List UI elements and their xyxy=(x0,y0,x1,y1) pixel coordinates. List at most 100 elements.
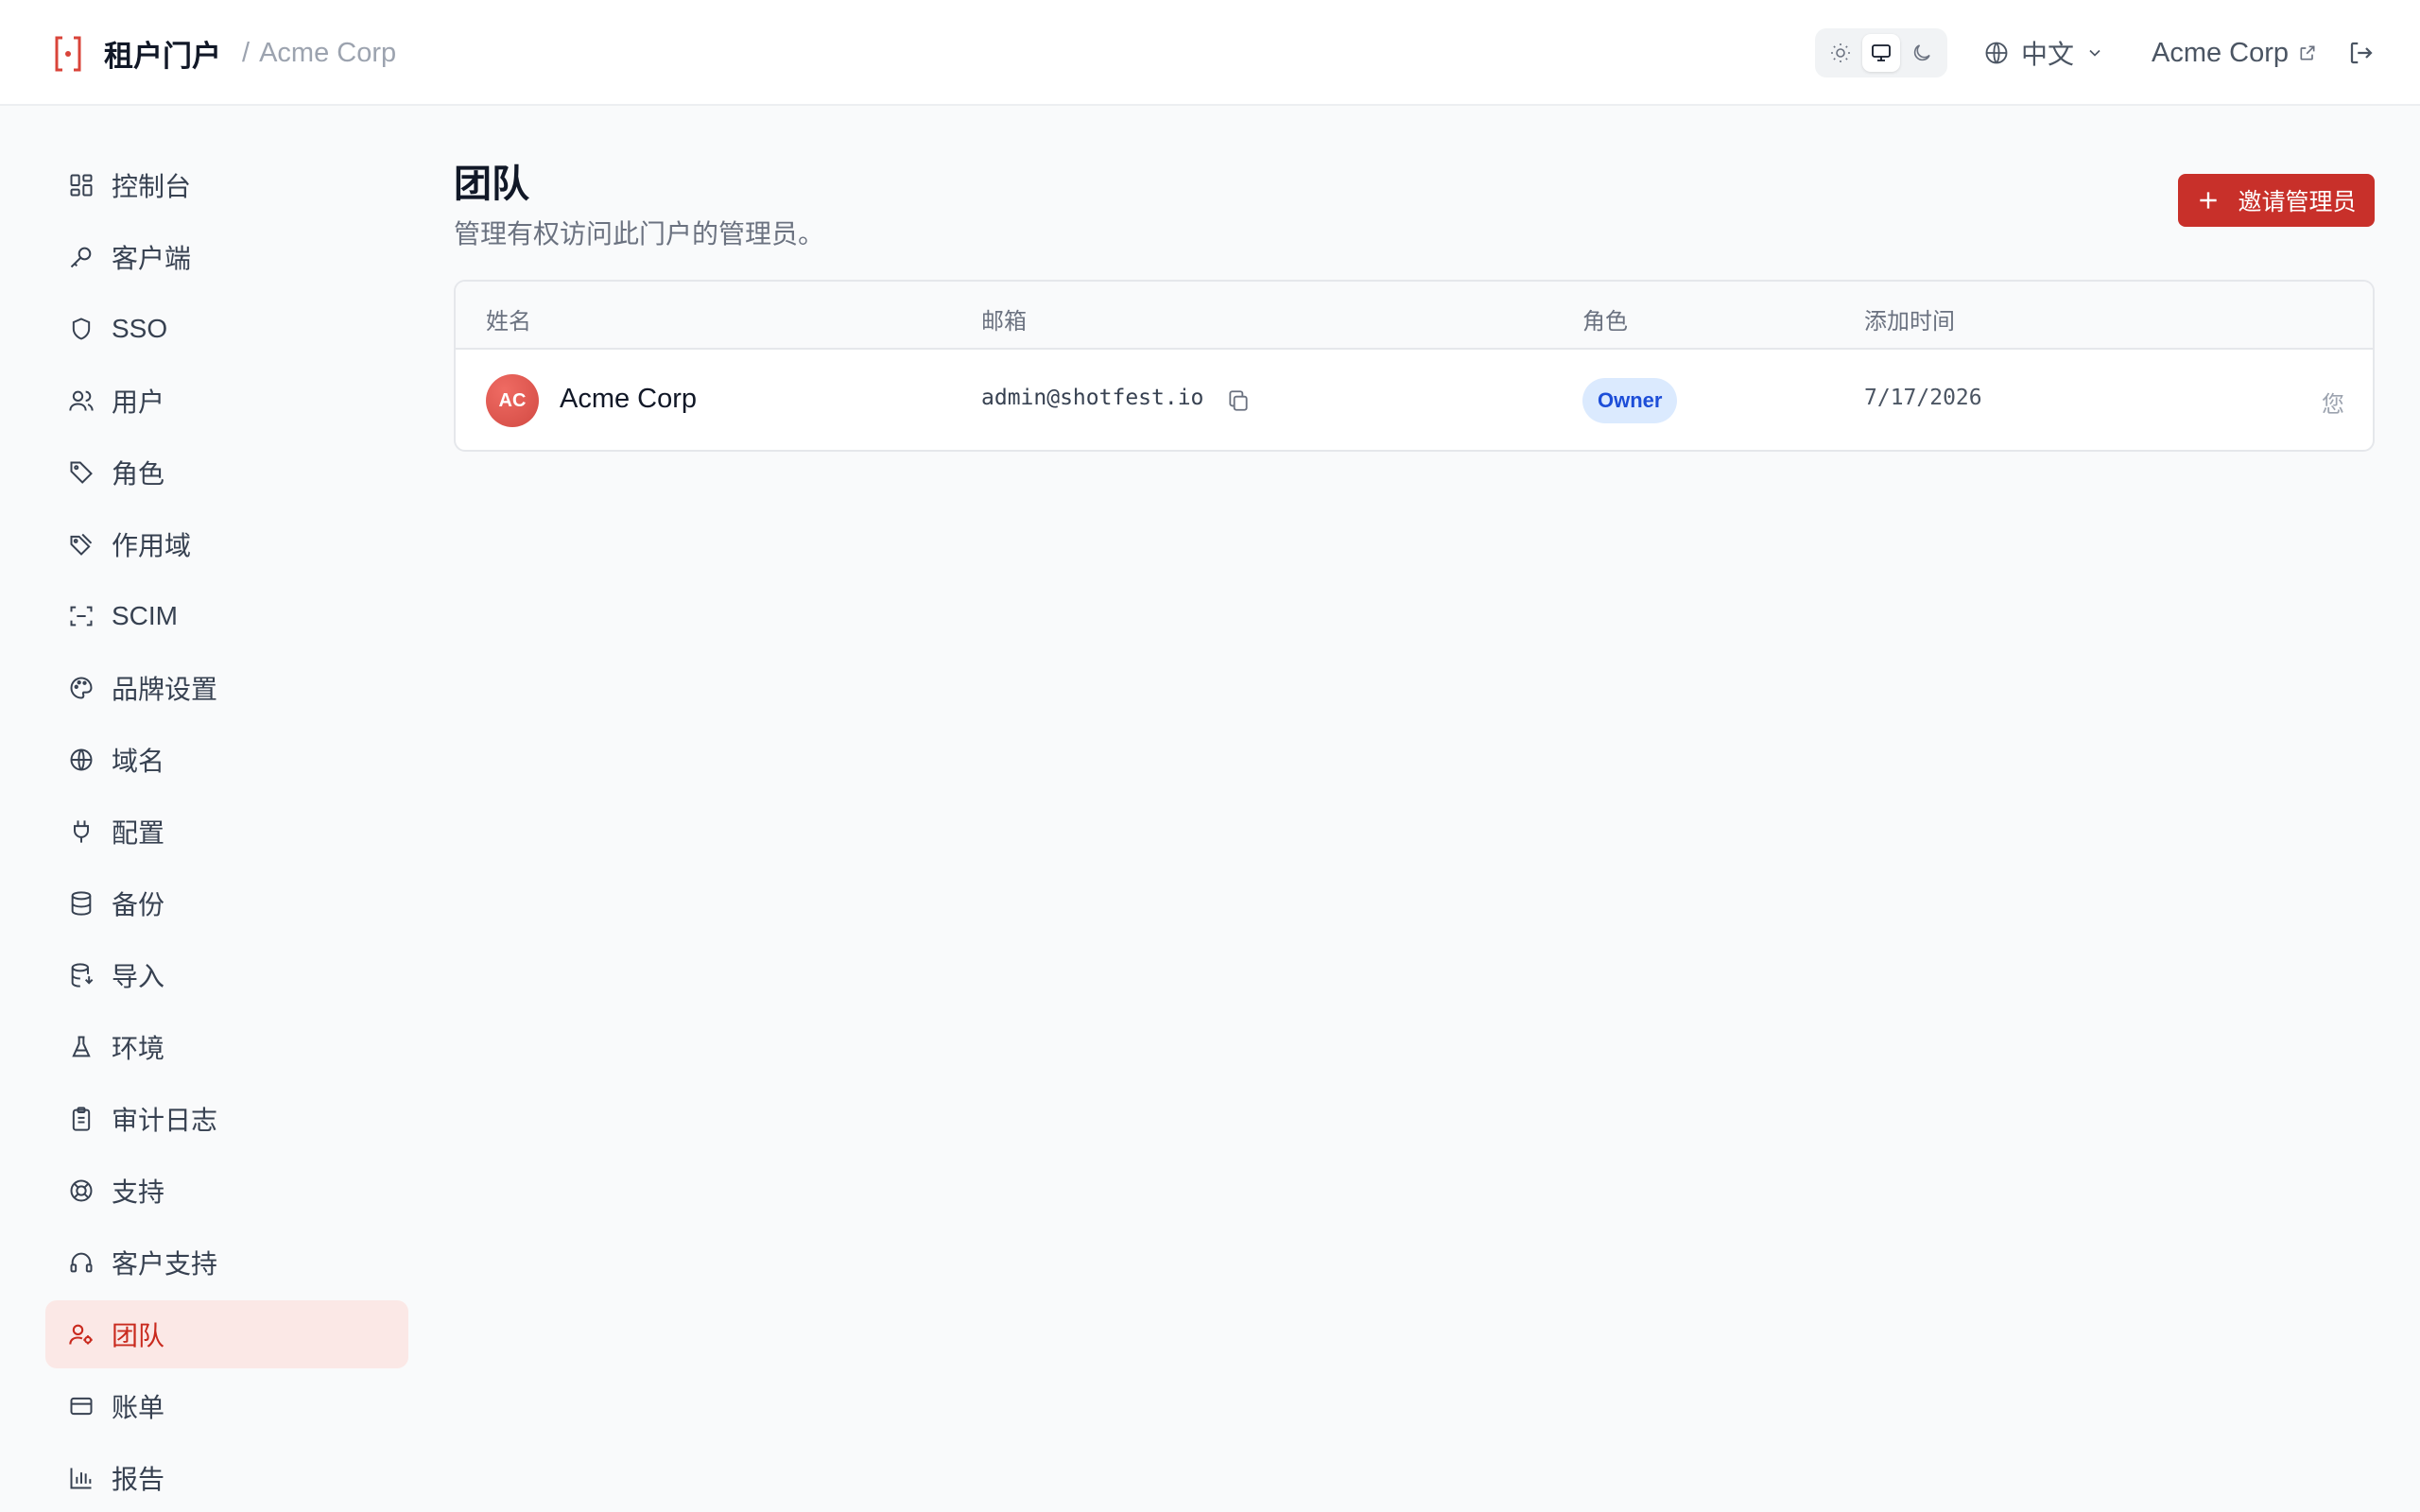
plus-icon xyxy=(2200,192,2218,209)
column-header-email: 邮箱 xyxy=(981,309,1027,335)
sidebar-item-label: 账单 xyxy=(112,1393,165,1422)
avatar: AC xyxy=(486,374,539,427)
tenant-external-link[interactable]: Acme Corp xyxy=(2152,32,2317,74)
sidebar-item-roles[interactable]: 角色 xyxy=(45,438,408,507)
current-user-indicator: 您 xyxy=(2322,392,2344,418)
column-header-name: 姓名 xyxy=(486,309,531,335)
sidebar-item-label: 品牌设置 xyxy=(112,675,218,704)
moon-icon xyxy=(1913,44,1930,61)
sidebar-item-environments[interactable]: 环境 xyxy=(45,1013,408,1081)
sidebar-item-label: SSO xyxy=(112,314,168,343)
monitor-icon xyxy=(1872,44,1891,61)
database-icon xyxy=(66,888,96,919)
breadcrumb[interactable]: Acme Corp xyxy=(259,38,396,69)
credit-card-icon xyxy=(66,1391,96,1421)
invite-admin-label: 邀请管理员 xyxy=(2238,189,2357,215)
sidebar-item-label: 用户 xyxy=(112,387,165,417)
sidebar-item-label: 客户支持 xyxy=(112,1249,218,1279)
lifebuoy-icon xyxy=(66,1176,96,1206)
member-name: Acme Corp xyxy=(560,384,698,414)
sidebar-item-billing[interactable]: 账单 xyxy=(45,1372,408,1440)
dark-theme-button[interactable] xyxy=(1903,34,1941,72)
sidebar-item-label: 支持 xyxy=(112,1177,165,1207)
logout-button[interactable] xyxy=(2342,34,2380,72)
tag-icon xyxy=(66,457,96,488)
team-table: 姓名 邮箱 角色 添加时间 AC Acme Corp admin@shotfes… xyxy=(454,280,2375,452)
sidebar-item-import[interactable]: 导入 xyxy=(45,941,408,1009)
light-theme-button[interactable] xyxy=(1822,34,1859,72)
scan-icon xyxy=(66,601,96,631)
sidebar-item-label: 角色 xyxy=(112,459,165,489)
invite-admin-button[interactable]: 邀请管理员 xyxy=(2178,174,2375,227)
users-icon xyxy=(66,386,96,416)
globe-icon xyxy=(1985,42,2008,64)
clipboard-icon xyxy=(66,1104,96,1134)
shield-icon xyxy=(66,314,96,344)
sidebar-item-clients[interactable]: 客户端 xyxy=(45,223,408,291)
sidebar-item-label: 团队 xyxy=(112,1321,165,1350)
dashboard-icon xyxy=(66,170,96,200)
sidebar-item-label: SCIM xyxy=(112,601,178,630)
logo-icon xyxy=(51,33,85,75)
sidebar-item-label: 控制台 xyxy=(112,172,192,201)
sidebar-item-label: 环境 xyxy=(112,1034,165,1063)
sidebar-item-customer-support[interactable]: 客户支持 xyxy=(45,1228,408,1297)
sidebar-item-scim[interactable]: SCIM xyxy=(45,582,408,650)
language-selector[interactable]: 中文 xyxy=(1983,32,2104,74)
globe-icon xyxy=(66,745,96,775)
copy-email-button[interactable] xyxy=(1223,386,1253,416)
column-header-added: 添加时间 xyxy=(1864,309,1955,335)
sidebar-item-label: 域名 xyxy=(112,747,165,776)
tags-icon xyxy=(66,529,96,559)
sidebar-item-sso[interactable]: SSO xyxy=(45,295,408,363)
sidebar-item-domains[interactable]: 域名 xyxy=(45,726,408,794)
sidebar-item-support[interactable]: 支持 xyxy=(45,1157,408,1225)
language-label: 中文 xyxy=(2021,40,2075,69)
database-import-icon xyxy=(66,960,96,990)
member-email: admin@shotfest.io xyxy=(981,386,1204,410)
sidebar-item-label: 配置 xyxy=(112,818,165,848)
sidebar-item-audit-log[interactable]: 审计日志 xyxy=(45,1085,408,1153)
user-cog-icon xyxy=(66,1319,96,1349)
plug-icon xyxy=(66,816,96,847)
sidebar-item-label: 作用域 xyxy=(112,531,192,560)
sidebar-item-label: 导入 xyxy=(112,962,165,991)
table-row: AC Acme Corp admin@shotfest.io Owner 7/1… xyxy=(456,350,2373,450)
sun-icon xyxy=(1831,43,1851,62)
added-date: 7/17/2026 xyxy=(1864,386,1982,410)
sidebar-item-branding[interactable]: 品牌设置 xyxy=(45,654,408,722)
flask-icon xyxy=(66,1032,96,1062)
sidebar-item-label: 客户端 xyxy=(112,244,192,273)
system-theme-button[interactable] xyxy=(1861,34,1900,72)
copy-icon xyxy=(1229,390,1248,411)
sidebar-item-scopes[interactable]: 作用域 xyxy=(45,510,408,578)
role-badge: Owner xyxy=(1582,378,1678,423)
sidebar-item-reports[interactable]: 报告 xyxy=(45,1444,408,1512)
breadcrumb-separator: / xyxy=(242,38,251,68)
headset-icon xyxy=(66,1247,96,1278)
sidebar-item-users[interactable]: 用户 xyxy=(45,367,408,435)
external-link-icon xyxy=(2300,45,2315,60)
top-bar: 租户门户 / Acme Corp 中文 Acme Corp xyxy=(0,0,2420,106)
theme-switcher xyxy=(1815,28,1947,77)
tenant-link-label: Acme Corp xyxy=(2152,37,2290,68)
table-header: 姓名 邮箱 角色 添加时间 xyxy=(456,282,2373,350)
brand: 租户门户 / Acme Corp xyxy=(51,32,396,75)
sidebar-item-backup[interactable]: 备份 xyxy=(45,869,408,937)
page-subtitle: 管理有权访问此门户的管理员。 xyxy=(454,219,825,249)
app-title: 租户门户 xyxy=(104,40,221,73)
bar-chart-icon xyxy=(66,1463,96,1493)
sidebar-item-label: 报告 xyxy=(112,1465,165,1494)
palette-icon xyxy=(66,673,96,703)
sidebar-item-label: 审计日志 xyxy=(112,1106,218,1135)
logout-icon xyxy=(2350,42,2373,64)
page-title: 团队 xyxy=(454,163,529,205)
sidebar-item-config[interactable]: 配置 xyxy=(45,798,408,866)
sidebar-item-dashboard[interactable]: 控制台 xyxy=(45,151,408,219)
sidebar-item-team[interactable]: 团队 xyxy=(45,1300,408,1368)
key-icon xyxy=(66,242,96,272)
sidebar: 控制台 客户端 SSO 用户 角色 作用域 SCIM 品牌设置 域名 配置 备份… xyxy=(45,151,408,1512)
sidebar-item-label: 备份 xyxy=(112,890,165,919)
column-header-role: 角色 xyxy=(1582,309,1628,335)
chevron-down-icon xyxy=(2089,49,2100,57)
